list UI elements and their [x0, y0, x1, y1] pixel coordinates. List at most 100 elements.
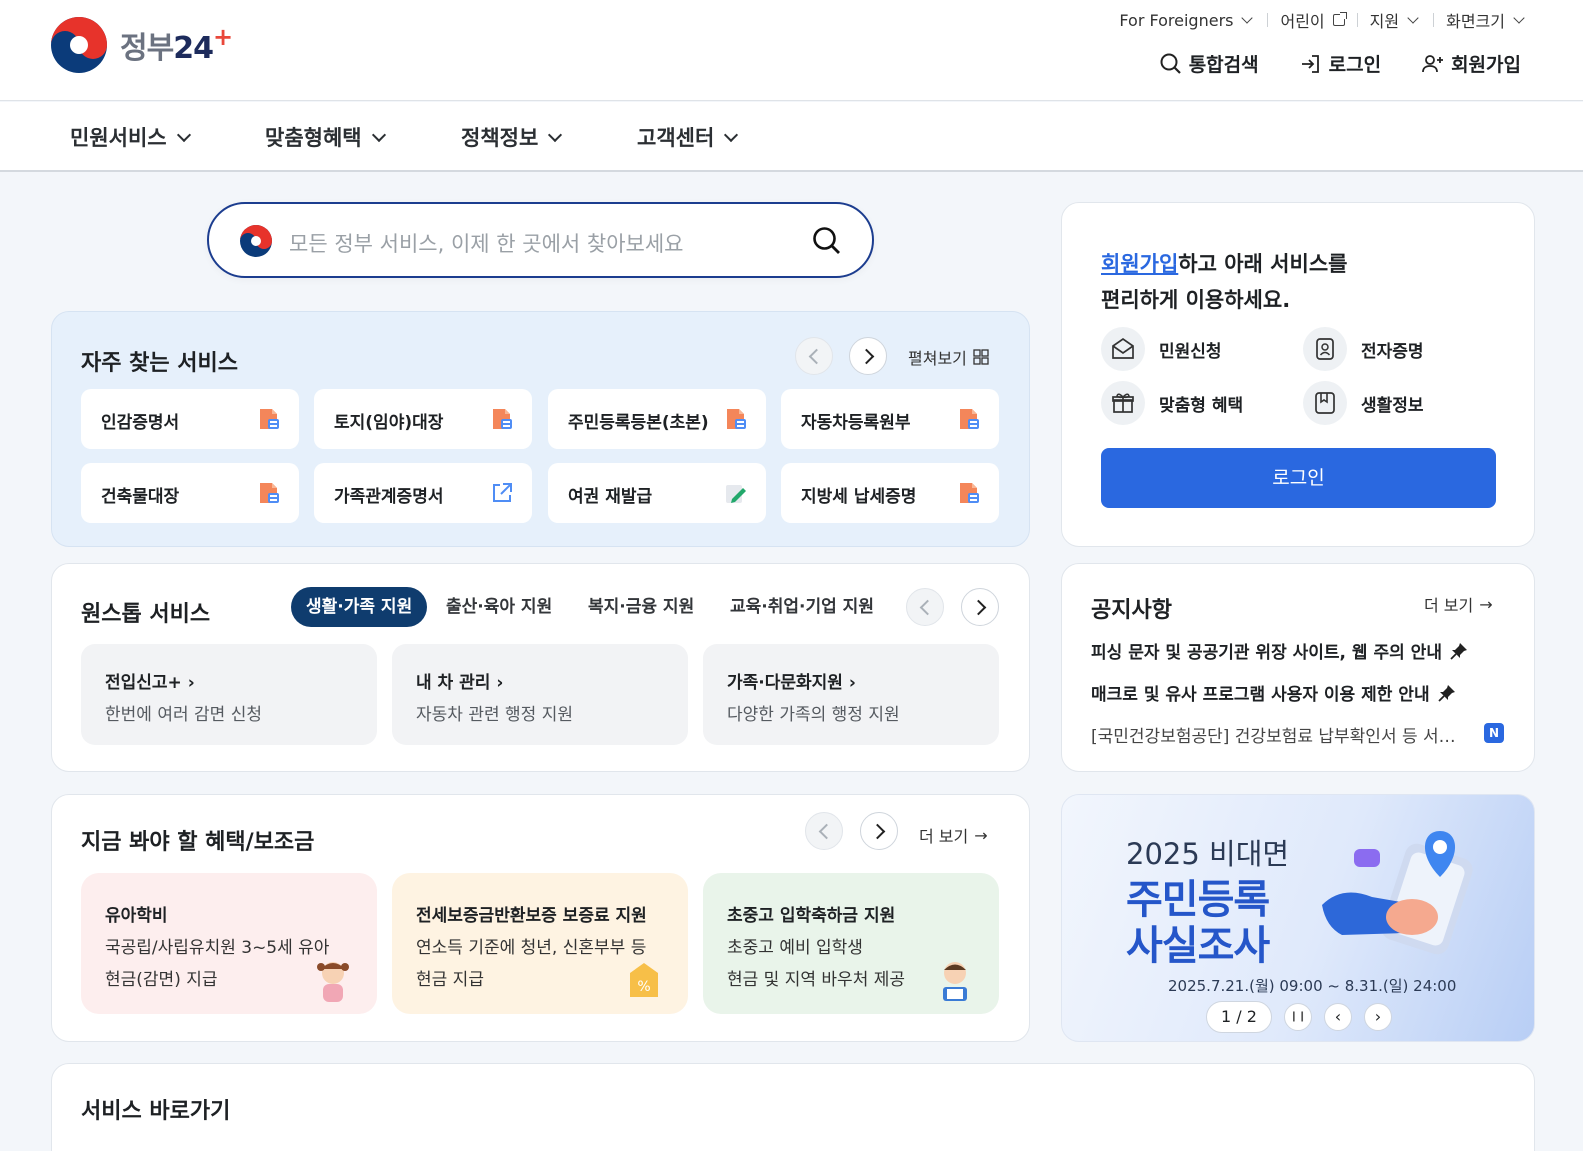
frequent-next-button[interactable]	[849, 337, 887, 375]
frequent-tile[interactable]: 여권 재발급	[548, 463, 766, 523]
frequent-tile-label: 주민등록등본(초본)	[568, 413, 709, 433]
logo-text: 정부	[120, 31, 174, 66]
banner-prev-button[interactable]: ‹	[1324, 1003, 1352, 1031]
banner-pause-button[interactable]: ❙❙	[1284, 1003, 1312, 1031]
frequent-tile[interactable]: 지방세 납세증명	[781, 463, 999, 523]
tab-life-family[interactable]: 생활·가족 지원	[291, 587, 428, 627]
onestop-item-move-in[interactable]: 전입신고+ › 한번에 여러 감면 신청	[81, 644, 377, 745]
header: 정부24+ For Foreigners 어린이 지원 화면크기 통합검색 로그…	[0, 0, 1583, 101]
member-item-custom-benefit[interactable]: 맞춤형 혜택	[1101, 381, 1243, 425]
notice-more-link[interactable]: 더 보기 →	[1424, 592, 1493, 616]
main-search-box[interactable]: 모든 정부 서비스, 이제 한 곳에서 찾아보세요	[207, 202, 874, 278]
frequent-tile[interactable]: 자동차등록원부	[781, 389, 999, 449]
chevron-down-icon	[176, 127, 191, 143]
pin-icon	[1437, 684, 1455, 702]
frequent-tile-label: 자동차등록원부	[801, 413, 911, 433]
expand-view-button[interactable]: 펼쳐보기	[908, 345, 989, 369]
pdf-icon	[960, 483, 979, 503]
onestop-item-my-car[interactable]: 내 차 관리 › 자동차 관련 행정 지원	[392, 644, 688, 745]
mail-document-icon	[1112, 337, 1134, 359]
logo-plus: +	[212, 23, 233, 51]
nav-civil-service[interactable]: 민원서비스	[70, 122, 193, 152]
frequent-tile[interactable]: 건축물대장	[81, 463, 299, 523]
nav-policy-info[interactable]: 정책정보	[461, 122, 564, 152]
chevron-down-icon	[724, 127, 739, 143]
gift-icon	[1112, 393, 1134, 413]
frequent-tile-label: 건축물대장	[101, 487, 180, 507]
chevron-down-icon	[371, 127, 386, 143]
signup-link[interactable]: 회원가입	[1421, 50, 1521, 77]
signup-inline-link[interactable]: 회원가입	[1101, 252, 1178, 276]
chevron-right-icon: ›	[848, 673, 856, 693]
notice-item-macro[interactable]: 매크로 및 유사 프로그램 사용자 이용 제한 안내	[1091, 680, 1456, 705]
member-intro: 회원가입하고 아래 서비스를 편리하게 이용하세요.	[1101, 252, 1348, 312]
benefits-more-link[interactable]: 더 보기 →	[919, 823, 988, 847]
user-plus-icon	[1422, 54, 1444, 72]
site-logo[interactable]: 정부24+	[50, 16, 233, 74]
pdf-icon	[493, 409, 512, 429]
nav-customer-center[interactable]: 고객센터	[637, 122, 740, 152]
login-button[interactable]: 로그인	[1101, 448, 1496, 508]
tab-welfare-finance[interactable]: 복지·금융 지원	[588, 587, 694, 627]
nav-custom-benefits[interactable]: 맞춤형혜택	[265, 122, 388, 152]
pdf-icon	[260, 409, 279, 429]
bookmark-icon	[1315, 392, 1335, 414]
frequent-tile-label: 인감증명서	[101, 413, 180, 433]
notice-item-phishing[interactable]: 피싱 문자 및 공공기관 위장 사이트, 웹 주의 안내	[1091, 638, 1468, 663]
frequent-prev-button[interactable]	[795, 337, 833, 375]
onestop-item-family[interactable]: 가족·다문화지원 › 다양한 가족의 행정 지원	[703, 644, 999, 745]
chevron-down-icon	[548, 127, 563, 143]
onestop-title: 원스톱 서비스	[81, 602, 211, 627]
chevron-down-icon	[1241, 12, 1254, 24]
new-badge: N	[1484, 723, 1504, 743]
login-icon	[1301, 54, 1319, 73]
banner-date: 2025.7.21.(월) 09:00 ~ 8.31.(일) 24:00	[1168, 977, 1457, 995]
chevron-left-icon: ‹	[1334, 1007, 1342, 1026]
frequent-tile[interactable]: 가족관계증명서	[314, 463, 532, 523]
member-item-life-info[interactable]: 생활정보	[1303, 381, 1424, 425]
pdf-icon	[960, 409, 979, 429]
benefits-prev-button[interactable]	[805, 812, 843, 850]
phone-location-illustration-icon	[1322, 831, 1473, 955]
frequent-tile-label: 여권 재발급	[568, 487, 653, 507]
frequent-tile[interactable]: 토지(임야)대장	[314, 389, 532, 449]
onestop-prev-button[interactable]	[906, 588, 944, 626]
banner-next-button[interactable]: ›	[1364, 1003, 1392, 1031]
shortcuts-panel	[51, 1063, 1535, 1151]
support-menu[interactable]: 지원	[1358, 8, 1433, 32]
taegeuk-logo-icon	[51, 17, 107, 73]
arrow-right-icon: →	[974, 825, 988, 845]
id-badge-icon	[1316, 338, 1334, 360]
chevron-right-icon: ›	[187, 673, 195, 693]
search-input[interactable]: 모든 정부 서비스, 이제 한 곳에서 찾아보세요	[289, 228, 684, 258]
for-foreigners-menu[interactable]: For Foreigners	[1107, 11, 1267, 30]
pin-icon	[1450, 642, 1467, 660]
benefit-card-jeonse[interactable]: 전세보증금반환보증 보증료 지원 연소득 기준에 청년, 신혼부부 등 현금 지…	[392, 873, 688, 1014]
integrated-search-button[interactable]: 통합검색	[1159, 50, 1259, 77]
search-icon[interactable]	[812, 226, 842, 256]
benefit-card-school-entrance[interactable]: 초중고 입학축하금 지원 초중고 예비 입학생 현금 및 지역 바우처 제공	[703, 873, 999, 1014]
banner-line3: 사실조사	[1126, 923, 1270, 969]
benefits-next-button[interactable]	[860, 812, 898, 850]
tab-birth-childcare[interactable]: 출산·육아 지원	[446, 587, 552, 627]
frequent-tile[interactable]: 인감증명서	[81, 389, 299, 449]
member-item-civil-apply[interactable]: 민원신청	[1101, 327, 1222, 371]
promo-banner[interactable]: 2025 비대면 주민등록 사실조사 2025.7.21.(월) 09:00 ~…	[1061, 794, 1535, 1042]
grid-icon	[973, 349, 989, 365]
shortcuts-title: 서비스 바로가기	[81, 1099, 231, 1124]
taegeuk-small-icon	[240, 225, 272, 257]
login-link[interactable]: 로그인	[1299, 50, 1381, 77]
chevron-right-icon: ›	[496, 673, 504, 693]
svg-text:%: %	[637, 979, 650, 995]
frequent-tile-label: 지방세 납세증명	[801, 487, 917, 507]
frequent-tile[interactable]: 주민등록등본(초본)	[548, 389, 766, 449]
tab-education-employment[interactable]: 교육·취업·기업 지원	[730, 587, 874, 627]
screen-size-menu[interactable]: 화면크기	[1434, 8, 1539, 32]
kids-link[interactable]: 어린이	[1268, 8, 1356, 32]
chevron-down-icon	[1407, 12, 1419, 24]
member-item-e-certificate[interactable]: 전자증명	[1303, 327, 1424, 371]
notice-item-health-insurance[interactable]: [국민건강보험공단] 건강보험료 납부확인서 등 서…	[1091, 722, 1461, 747]
utility-menu: For Foreigners 어린이 지원 화면크기	[1107, 8, 1539, 32]
benefit-card-kindergarten[interactable]: 유아학비 국공립/사립유치원 3~5세 유아 현금(감면) 지급	[81, 873, 377, 1014]
onestop-next-button[interactable]	[961, 588, 999, 626]
